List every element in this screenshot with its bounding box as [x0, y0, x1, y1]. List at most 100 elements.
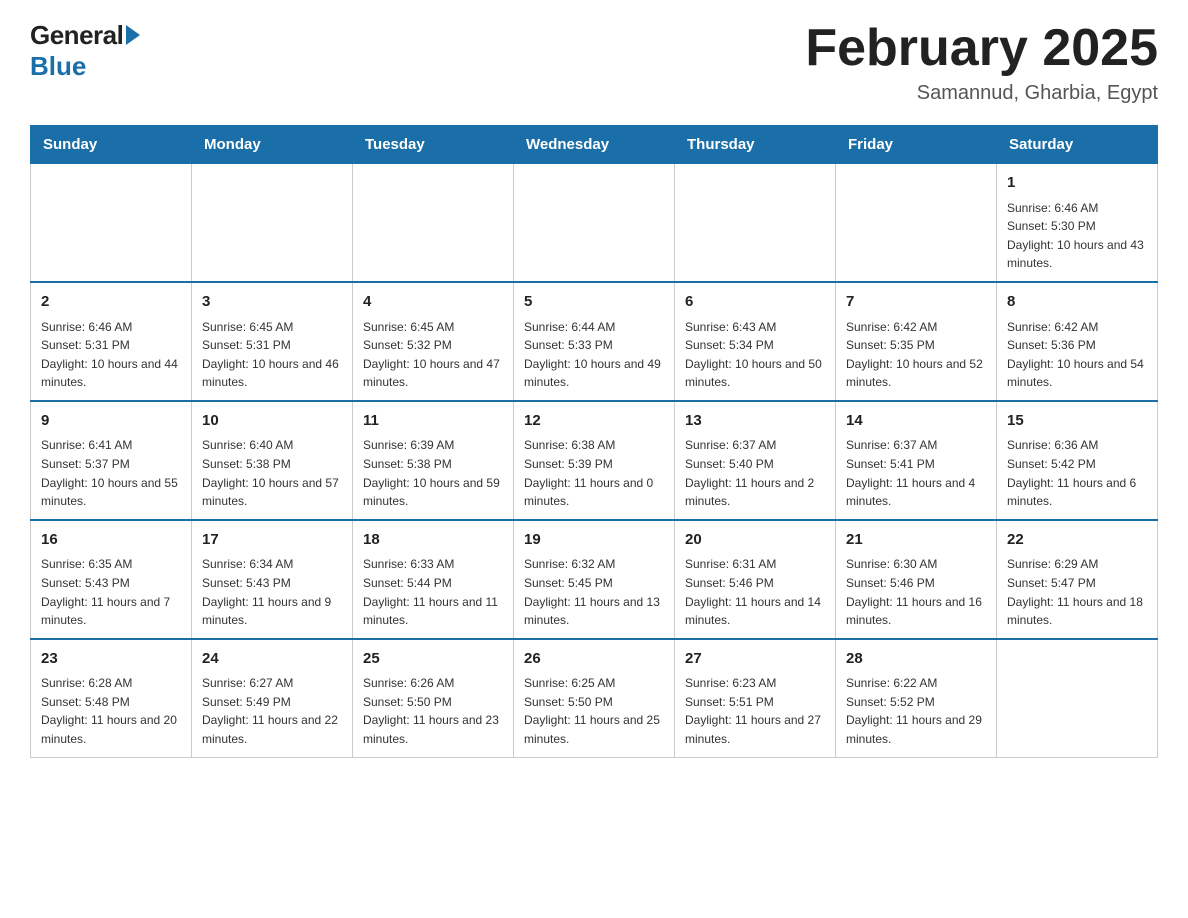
logo: General Blue: [30, 20, 140, 82]
calendar-cell: 9 Sunrise: 6:41 AMSunset: 5:37 PMDaylight…: [31, 401, 192, 520]
day-number: 13: [685, 410, 825, 433]
logo-blue-text: Blue: [30, 51, 86, 82]
day-info: Sunrise: 6:37 AMSunset: 5:41 PMDaylight:…: [846, 436, 986, 510]
day-info: Sunrise: 6:32 AMSunset: 5:45 PMDaylight:…: [524, 555, 664, 629]
day-info: Sunrise: 6:36 AMSunset: 5:42 PMDaylight:…: [1007, 436, 1147, 510]
day-info: Sunrise: 6:37 AMSunset: 5:40 PMDaylight:…: [685, 436, 825, 510]
day-info: Sunrise: 6:40 AMSunset: 5:38 PMDaylight:…: [202, 436, 342, 510]
calendar-cell: 25 Sunrise: 6:26 AMSunset: 5:50 PMDayligh…: [353, 639, 514, 757]
day-number: 28: [846, 648, 986, 671]
day-number: 18: [363, 529, 503, 552]
calendar-cell: 4 Sunrise: 6:45 AMSunset: 5:32 PMDaylight…: [353, 282, 514, 401]
logo-arrow-icon: [126, 25, 140, 45]
calendar-cell: 26Sunrise: 6:25 AMSunset: 5:50 PMDayligh…: [514, 639, 675, 757]
calendar-cell: 24 Sunrise: 6:27 AMSunset: 5:49 PMDayligh…: [192, 639, 353, 757]
calendar-cell: [836, 164, 997, 282]
calendar-cell: [31, 164, 192, 282]
calendar-cell: 16 Sunrise: 6:35 AMSunset: 5:43 PMDayligh…: [31, 520, 192, 639]
day-info: Sunrise: 6:43 AMSunset: 5:34 PMDaylight:…: [685, 318, 825, 392]
calendar-subtitle: Samannud, Gharbia, Egypt: [805, 82, 1158, 105]
calendar-cell: [192, 164, 353, 282]
day-info: Sunrise: 6:26 AMSunset: 5:50 PMDaylight:…: [363, 674, 503, 748]
calendar-cell: 10Sunrise: 6:40 AMSunset: 5:38 PMDayligh…: [192, 401, 353, 520]
logo-general-text: General: [30, 20, 123, 51]
calendar-cell: 27 Sunrise: 6:23 AMSunset: 5:51 PMDayligh…: [675, 639, 836, 757]
calendar-cell: 19 Sunrise: 6:32 AMSunset: 5:45 PMDayligh…: [514, 520, 675, 639]
day-info: Sunrise: 6:44 AMSunset: 5:33 PMDaylight:…: [524, 318, 664, 392]
calendar-cell: [997, 639, 1158, 757]
day-info: Sunrise: 6:46 AMSunset: 5:31 PMDaylight:…: [41, 318, 181, 392]
day-number: 6: [685, 291, 825, 314]
calendar-cell: 15 Sunrise: 6:36 AMSunset: 5:42 PMDayligh…: [997, 401, 1158, 520]
day-number: 9: [41, 410, 181, 433]
day-number: 14: [846, 410, 986, 433]
calendar-cell: 12 Sunrise: 6:38 AMSunset: 5:39 PMDayligh…: [514, 401, 675, 520]
day-info: Sunrise: 6:30 AMSunset: 5:46 PMDaylight:…: [846, 555, 986, 629]
calendar-cell: 11 Sunrise: 6:39 AMSunset: 5:38 PMDayligh…: [353, 401, 514, 520]
day-header-thursday: Thursday: [675, 126, 836, 164]
day-number: 27: [685, 648, 825, 671]
day-number: 1: [1007, 172, 1147, 195]
day-info: Sunrise: 6:41 AMSunset: 5:37 PMDaylight:…: [41, 436, 181, 510]
day-number: 22: [1007, 529, 1147, 552]
calendar-cell: 8 Sunrise: 6:42 AMSunset: 5:36 PMDaylight…: [997, 282, 1158, 401]
day-number: 3: [202, 291, 342, 314]
day-number: 21: [846, 529, 986, 552]
calendar-cell: 18 Sunrise: 6:33 AMSunset: 5:44 PMDayligh…: [353, 520, 514, 639]
day-info: Sunrise: 6:45 AMSunset: 5:31 PMDaylight:…: [202, 318, 342, 392]
calendar-cell: 28 Sunrise: 6:22 AMSunset: 5:52 PMDayligh…: [836, 639, 997, 757]
day-number: 15: [1007, 410, 1147, 433]
calendar-cell: 1 Sunrise: 6:46 AMSunset: 5:30 PMDaylight…: [997, 164, 1158, 282]
day-info: Sunrise: 6:22 AMSunset: 5:52 PMDaylight:…: [846, 674, 986, 748]
calendar-cell: 6 Sunrise: 6:43 AMSunset: 5:34 PMDaylight…: [675, 282, 836, 401]
calendar-cell: 3 Sunrise: 6:45 AMSunset: 5:31 PMDaylight…: [192, 282, 353, 401]
day-number: 2: [41, 291, 181, 314]
week-row-3: 9 Sunrise: 6:41 AMSunset: 5:37 PMDaylight…: [31, 401, 1158, 520]
calendar-cell: 2 Sunrise: 6:46 AMSunset: 5:31 PMDaylight…: [31, 282, 192, 401]
day-info: Sunrise: 6:35 AMSunset: 5:43 PMDaylight:…: [41, 555, 181, 629]
header-row: SundayMondayTuesdayWednesdayThursdayFrid…: [31, 126, 1158, 164]
title-section: February 2025 Samannud, Gharbia, Egypt: [805, 20, 1158, 105]
calendar-title: February 2025: [805, 20, 1158, 77]
day-info: Sunrise: 6:23 AMSunset: 5:51 PMDaylight:…: [685, 674, 825, 748]
day-info: Sunrise: 6:38 AMSunset: 5:39 PMDaylight:…: [524, 436, 664, 510]
day-info: Sunrise: 6:27 AMSunset: 5:49 PMDaylight:…: [202, 674, 342, 748]
day-number: 12: [524, 410, 664, 433]
day-number: 23: [41, 648, 181, 671]
calendar-cell: 7Sunrise: 6:42 AMSunset: 5:35 PMDaylight…: [836, 282, 997, 401]
day-number: 11: [363, 410, 503, 433]
week-row-5: 23 Sunrise: 6:28 AMSunset: 5:48 PMDayligh…: [31, 639, 1158, 757]
calendar-table: SundayMondayTuesdayWednesdayThursdayFrid…: [30, 125, 1158, 757]
day-header-saturday: Saturday: [997, 126, 1158, 164]
week-row-2: 2 Sunrise: 6:46 AMSunset: 5:31 PMDaylight…: [31, 282, 1158, 401]
day-number: 24: [202, 648, 342, 671]
page-header: General Blue February 2025 Samannud, Gha…: [30, 20, 1158, 105]
day-number: 25: [363, 648, 503, 671]
calendar-cell: 14 Sunrise: 6:37 AMSunset: 5:41 PMDayligh…: [836, 401, 997, 520]
day-info: Sunrise: 6:39 AMSunset: 5:38 PMDaylight:…: [363, 436, 503, 510]
day-info: Sunrise: 6:42 AMSunset: 5:35 PMDaylight:…: [846, 318, 986, 392]
day-info: Sunrise: 6:28 AMSunset: 5:48 PMDaylight:…: [41, 674, 181, 748]
day-number: 8: [1007, 291, 1147, 314]
calendar-cell: 5 Sunrise: 6:44 AMSunset: 5:33 PMDaylight…: [514, 282, 675, 401]
day-number: 4: [363, 291, 503, 314]
day-info: Sunrise: 6:45 AMSunset: 5:32 PMDaylight:…: [363, 318, 503, 392]
day-number: 5: [524, 291, 664, 314]
day-header-friday: Friday: [836, 126, 997, 164]
week-row-4: 16 Sunrise: 6:35 AMSunset: 5:43 PMDayligh…: [31, 520, 1158, 639]
day-info: Sunrise: 6:33 AMSunset: 5:44 PMDaylight:…: [363, 555, 503, 629]
calendar-cell: 13 Sunrise: 6:37 AMSunset: 5:40 PMDayligh…: [675, 401, 836, 520]
day-header-monday: Monday: [192, 126, 353, 164]
calendar-cell: [353, 164, 514, 282]
calendar-cell: [514, 164, 675, 282]
day-number: 16: [41, 529, 181, 552]
day-number: 19: [524, 529, 664, 552]
day-info: Sunrise: 6:42 AMSunset: 5:36 PMDaylight:…: [1007, 318, 1147, 392]
calendar-cell: 20Sunrise: 6:31 AMSunset: 5:46 PMDayligh…: [675, 520, 836, 639]
day-info: Sunrise: 6:29 AMSunset: 5:47 PMDaylight:…: [1007, 555, 1147, 629]
day-info: Sunrise: 6:31 AMSunset: 5:46 PMDaylight:…: [685, 555, 825, 629]
day-info: Sunrise: 6:34 AMSunset: 5:43 PMDaylight:…: [202, 555, 342, 629]
day-info: Sunrise: 6:46 AMSunset: 5:30 PMDaylight:…: [1007, 199, 1147, 273]
calendar-cell: 17Sunrise: 6:34 AMSunset: 5:43 PMDayligh…: [192, 520, 353, 639]
day-header-sunday: Sunday: [31, 126, 192, 164]
